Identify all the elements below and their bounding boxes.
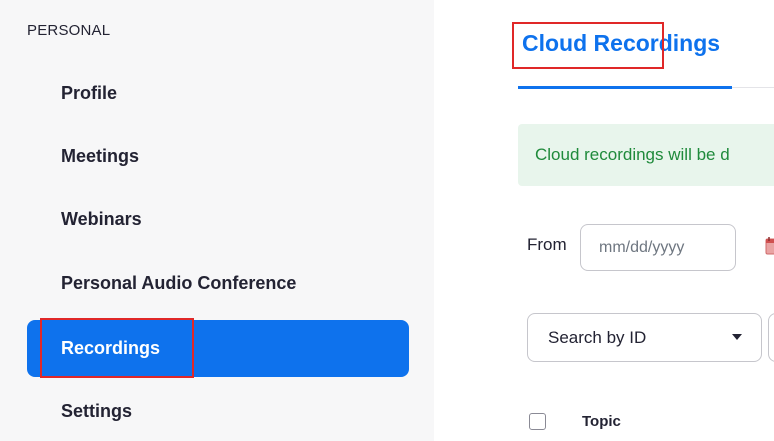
sidebar-item-personal-audio-conference[interactable]: Personal Audio Conference (27, 255, 409, 312)
title-highlight-box (512, 22, 664, 69)
sidebar-item-label: Personal Audio Conference (61, 273, 297, 293)
calendar-icon[interactable] (765, 236, 774, 256)
search-by-select-value: Search by ID (548, 328, 647, 347)
sidebar-item-settings[interactable]: Settings (27, 383, 409, 440)
from-date-input[interactable] (580, 224, 736, 271)
main-content: Cloud Recordings Cloud recordings will b… (434, 0, 774, 441)
sidebar-item-meetings[interactable]: Meetings (27, 128, 409, 185)
tab-divider (732, 87, 774, 88)
sidebar: PERSONAL Profile Meetings Webinars Perso… (0, 0, 434, 441)
recordings-highlight-box (40, 318, 194, 378)
sidebar-item-label: Meetings (61, 146, 140, 166)
sidebar-item-label: Settings (61, 401, 133, 421)
banner-text: Cloud recordings will be d (535, 145, 730, 164)
column-header-topic: Topic (582, 413, 621, 430)
search-input[interactable] (768, 313, 774, 362)
sidebar-item-label: Profile (61, 83, 118, 103)
sidebar-item-webinars[interactable]: Webinars (27, 191, 409, 248)
search-by-select[interactable]: Search by ID (527, 313, 762, 362)
info-banner: Cloud recordings will be d (518, 124, 774, 186)
caret-down-icon (732, 334, 742, 340)
sidebar-item-profile[interactable]: Profile (27, 65, 409, 122)
from-label: From (527, 235, 567, 254)
select-all-checkbox[interactable] (529, 413, 546, 430)
active-tab-underline (518, 86, 732, 89)
sidebar-section-label: PERSONAL (27, 22, 111, 39)
sidebar-item-label: Webinars (61, 209, 142, 229)
